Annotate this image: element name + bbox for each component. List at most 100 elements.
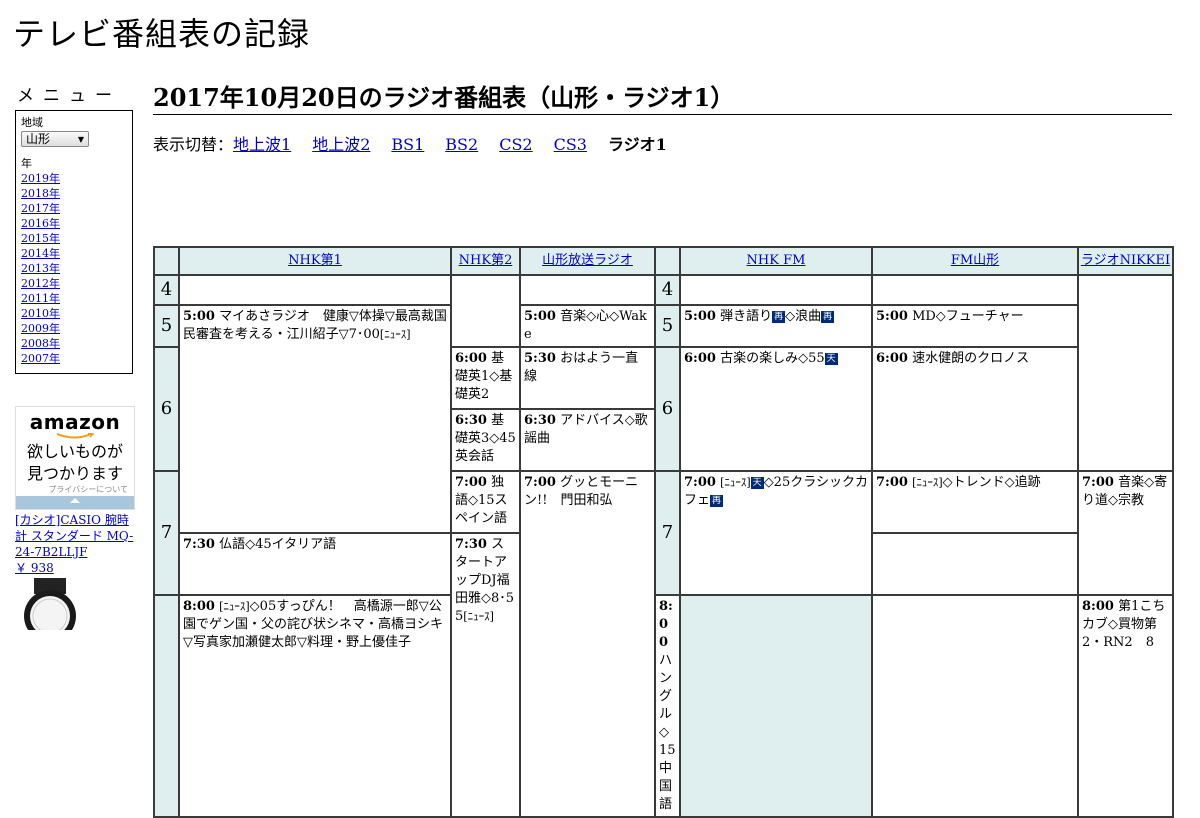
year-item: 2010年 [21, 306, 127, 321]
news-mark: [ﾆｭｰｽ] [379, 328, 411, 341]
program-time: 6:30 [455, 413, 487, 428]
program-time: 5:30 [524, 351, 556, 366]
news-mark: [ﾆｭｰｽ] [912, 476, 943, 489]
year-link-2012[interactable]: 2012年 [21, 277, 60, 290]
switch-link-cs2[interactable]: CS2 [499, 135, 532, 154]
program-cell[interactable]: 5:00 弾き語り再 ◇浪曲再 [679, 304, 873, 348]
program-time: 7:00 [1082, 475, 1114, 490]
year-item: 2009年 [21, 321, 127, 336]
empty-slot [450, 274, 521, 348]
year-item: 2018年 [21, 186, 127, 201]
program-time: 8:00 [1082, 599, 1114, 614]
year-link-2009[interactable]: 2009年 [21, 322, 60, 335]
station-link-nhk2[interactable]: NHK第2 [459, 253, 513, 268]
program-time: 6:00 [684, 351, 716, 366]
hour-label: 4 [153, 274, 180, 306]
program-cell[interactable]: 8:00 [ﾆｭｰｽ]◇05すっぴん！ 高橋源一郎▽公園でゲン国・父の詫び状シネ… [178, 594, 452, 818]
region-select[interactable]: 山形 ▼ [21, 131, 89, 147]
site-title: テレビ番組表の記録 [13, 15, 311, 53]
grid-row: 5 5:00 マイあさラジオ 健康▽体操▽最高裁国民審査を考える・江川紹子▽7･… [153, 304, 1173, 534]
program-time: 8:00 [659, 599, 673, 650]
year-link-2014[interactable]: 2014年 [21, 247, 60, 260]
station-link-ybc[interactable]: 山形放送ラジオ [542, 253, 633, 268]
program-time: 7:00 [524, 475, 556, 490]
program-cell[interactable]: 7:00 音楽◇寄り道◇宗教 [1077, 470, 1174, 596]
program-title: 古楽の楽しみ◇55 [720, 351, 825, 366]
grid-row: 4 4 [153, 274, 1174, 472]
year-link-2016[interactable]: 2016年 [21, 217, 60, 230]
page-heading: 2017年10月20日のラジオ番組表（山形・ラジオ1） [153, 84, 1172, 115]
chevron-down-icon: ▼ [77, 134, 84, 144]
program-time: 7:00 [455, 475, 487, 490]
view-switcher-label: 表示切替： [153, 135, 234, 154]
chevron-up-icon [70, 498, 80, 503]
program-cell[interactable]: 5:00 マイあさラジオ 健康▽体操▽最高裁国民審査を考える・江川紹子▽7･00… [178, 304, 452, 534]
header-corner [654, 246, 681, 276]
year-item: 2013年 [21, 261, 127, 276]
year-item: 2016年 [21, 216, 127, 231]
program-time: 7:30 [183, 537, 215, 552]
program-cell[interactable]: 7:00 グッとモーニン!! 門田和弘 [519, 470, 656, 818]
year-link-2015[interactable]: 2015年 [21, 232, 60, 245]
program-cell[interactable]: 5:00 MD◇フューチャー [871, 304, 1079, 348]
program-cell[interactable]: 7:00 独語◇15スペイン語 [450, 470, 521, 534]
program-time: 7:30 [455, 537, 487, 552]
program-cell[interactable]: 8:00 ハングル◇15中国語 [654, 594, 681, 818]
program-time: 8:00 [183, 599, 215, 614]
program-cell[interactable]: 7:00 [ﾆｭｰｽ]◇トレンド◇追跡 [871, 470, 1079, 534]
hour-label: 5 [654, 304, 681, 348]
station-link-fmyamagata[interactable]: FM山形 [951, 253, 999, 268]
year-link-2011[interactable]: 2011年 [21, 292, 60, 305]
program-cell[interactable]: 5:00 音楽◇心◇Wake [519, 304, 656, 348]
year-item: 2012年 [21, 276, 127, 291]
program-time: 5:00 [524, 309, 556, 324]
station-link-nhkfm[interactable]: NHK FM [747, 253, 806, 268]
program-time: 7:00 [684, 475, 716, 490]
year-link-2013[interactable]: 2013年 [21, 262, 60, 275]
switch-link-cs3[interactable]: CS3 [554, 135, 587, 154]
program-title: 速水健朗のクロノス [912, 351, 1030, 366]
hour-label: 6 [153, 346, 180, 472]
year-link-2010[interactable]: 2010年 [21, 307, 60, 320]
program-cell[interactable]: 7:30 スタートアップDJ福田雅◇8･55[ﾆｭｰｽ] [450, 532, 521, 818]
switch-link-terrestrial1[interactable]: 地上波1 [233, 135, 291, 154]
program-cell[interactable]: 6:00 基礎英1◇基礎英2 [450, 346, 521, 410]
program-grid: NHK第1 NHK第2 山形放送ラジオ NHK FM FM山形 ラジオNIKKE… [153, 246, 1174, 818]
station-link-radionikkei[interactable]: ラジオNIKKEI [1081, 253, 1170, 268]
ad-copy-line1: 欲しいものが [26, 442, 123, 461]
switch-link-terrestrial2[interactable]: 地上波2 [312, 135, 370, 154]
program-cell[interactable]: 5:30 おはよう一直線 [519, 346, 656, 410]
hour-label: 5 [153, 304, 180, 348]
hour-label [153, 594, 180, 818]
switch-link-bs1[interactable]: BS1 [391, 135, 424, 154]
year-link-2017[interactable]: 2017年 [21, 202, 60, 215]
program-cell[interactable]: 6:30 基礎英3◇45英会話 [450, 408, 521, 472]
program-cell[interactable]: 7:30 仏語◇45イタリア語 [178, 532, 452, 596]
program-cell[interactable]: 6:00 速水健朗のクロノス [871, 346, 1079, 472]
program-cell[interactable]: 6:00 古楽の楽しみ◇55 天 [679, 346, 873, 472]
watch-product-image[interactable] [16, 578, 86, 630]
year-link-2008[interactable]: 2008年 [21, 337, 60, 350]
switch-link-bs2[interactable]: BS2 [445, 135, 478, 154]
hour-label: 7 [654, 470, 681, 596]
amazon-ad-banner[interactable]: amazon 欲しいものが 見つかります プライバシーについて [15, 406, 135, 510]
switch-current-radio1: ラジオ1 [607, 135, 667, 154]
program-title: MD◇フューチャー [912, 309, 1024, 324]
program-cell[interactable]: 8:00 第1こちカブ◇買物第2・RN2 8 [1077, 594, 1174, 818]
program-cell[interactable]: 6:30 アドバイス◇歌謡曲 [519, 408, 656, 472]
menu-box: 地域 山形 ▼ 年 2019年 2018年 2017年 2016年 2015年 … [15, 110, 133, 374]
station-header: NHK FM [679, 246, 873, 276]
program-title: 仏語◇45イタリア語 [219, 537, 337, 552]
product-price[interactable]: ￥ 938 [15, 560, 54, 576]
product-link[interactable]: [カシオ]CASIO 腕時計 スタンダード MQ-24-7B2LLJF [15, 512, 139, 560]
menu-heading: メニュー [17, 86, 121, 106]
program-title: ハングル◇15中国語 [659, 653, 676, 812]
year-link-2018[interactable]: 2018年 [21, 187, 60, 200]
year-link-2007[interactable]: 2007年 [21, 352, 60, 365]
year-link-2019[interactable]: 2019年 [21, 172, 60, 185]
hour-label: 6 [654, 346, 681, 472]
program-cell[interactable]: 7:00 [ﾆｭｰｽ] 天 ◇25クラシックカフェ再 [679, 470, 873, 596]
station-link-nhk1[interactable]: NHK第1 [288, 253, 342, 268]
ad-privacy-link[interactable]: プライバシーについて [16, 485, 134, 495]
ad-collapse-bar[interactable] [16, 496, 134, 509]
